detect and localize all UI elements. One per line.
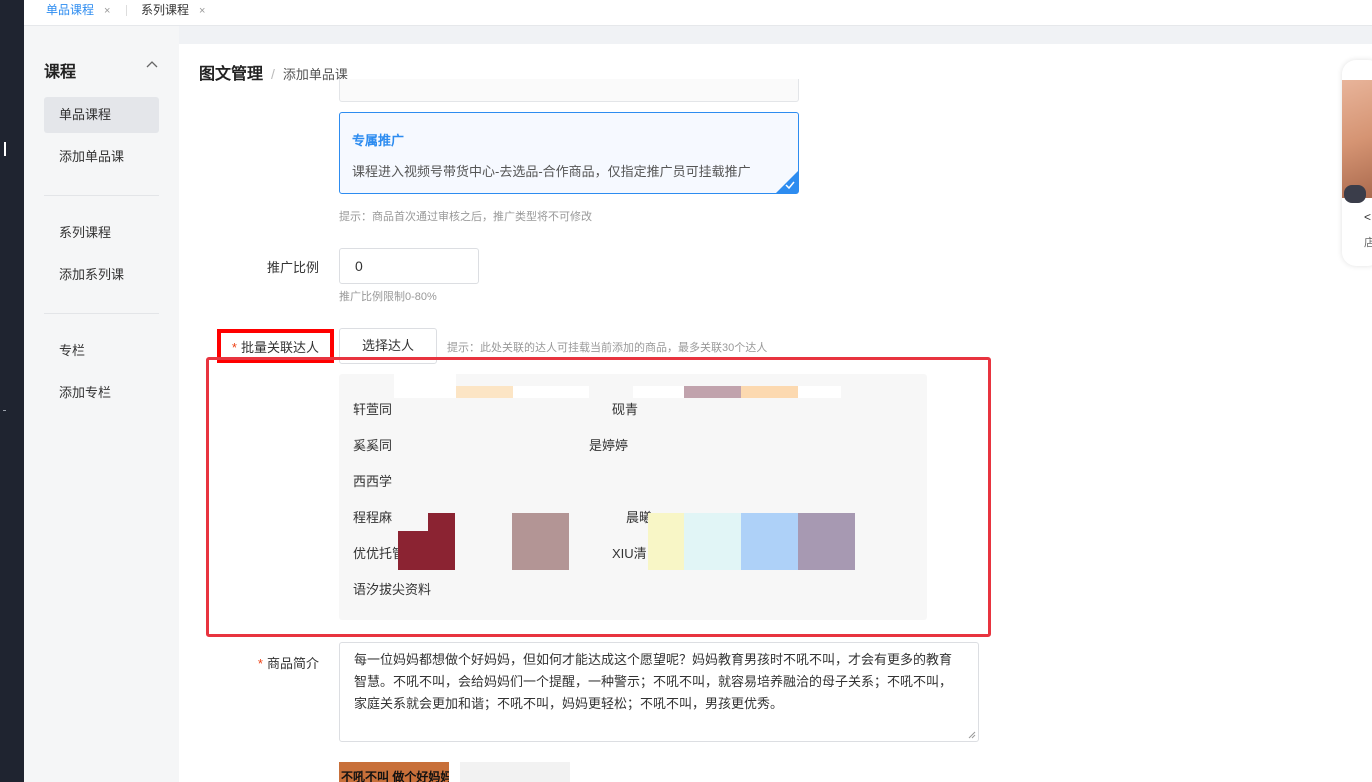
preview-text: 店 (1364, 237, 1372, 249)
close-icon[interactable]: × (199, 5, 205, 17)
description-text: 每一位妈妈都想做个好妈妈，但如何才能达成这个愿望呢？妈妈教育男孩时不吼不叫，才会… (354, 652, 953, 711)
sidebar-item-column[interactable]: 专栏 (44, 333, 159, 369)
cover-thumbnail-empty[interactable] (460, 762, 570, 782)
sidebar-divider (44, 313, 159, 314)
sidebar-item-add-series-course[interactable]: 添加系列课 (44, 257, 159, 293)
preview-image-detail (1344, 185, 1366, 203)
talent-hint: 提示：此处关联的达人可挂载当前添加的商品，最多关联30个达人 (447, 342, 768, 354)
main-panel: 图文管理 / 添加单品课 专属推广 课程进入视频号带货中心-去选品-合作商品，仅指定… (179, 44, 1372, 782)
sidebar-title: 课程 (44, 64, 77, 81)
resize-handle-icon[interactable] (968, 731, 976, 739)
breadcrumb-root[interactable]: 图文管理 (199, 66, 263, 83)
ratio-input[interactable]: 0 (339, 248, 479, 284)
check-icon (785, 181, 795, 190)
preview-image (1342, 80, 1372, 198)
sidebar-item-add-column[interactable]: 添加专栏 (44, 375, 159, 411)
promotion-description: 课程进入视频号带货中心-去选品-合作商品，仅指定推广员可挂载推广 (352, 164, 751, 179)
promotion-title: 专属推广 (352, 133, 405, 148)
description-textarea[interactable]: 每一位妈妈都想做个好妈妈，但如何才能达成这个愿望呢？妈妈教育男孩时不吼不叫，才会… (339, 642, 979, 742)
description-label: * 商品简介 (179, 653, 319, 672)
cover-thumbnail[interactable]: 不吼不叫 做个好妈妈 (339, 762, 449, 782)
ratio-hint: 推广比例限制0-80% (339, 291, 437, 303)
chevron-up-icon[interactable] (146, 59, 158, 71)
sidebar-item-series-course[interactable]: 系列课程 (44, 215, 159, 251)
close-icon[interactable]: × (104, 5, 110, 17)
preview-text: < (1364, 210, 1372, 224)
app-left-rail (0, 0, 24, 782)
tab-single-course[interactable]: 单品课程 × (46, 0, 110, 20)
tab-series-course[interactable]: 系列课程 × (141, 0, 205, 20)
promotion-option-exclusive[interactable]: 专属推广 课程进入视频号带货中心-去选品-合作商品，仅指定推广员可挂载推广 (339, 112, 799, 194)
breadcrumb-separator: / (271, 66, 275, 82)
sidebar: 课程 单品课程 添加单品课 系列课程 添加系列课 专栏 添加专栏 (24, 26, 179, 782)
ratio-label: 推广比例 (266, 260, 319, 275)
phone-preview: < 店 (1342, 60, 1372, 266)
highlight-box-talents (206, 357, 991, 637)
tab-label: 单品课程 (46, 3, 95, 17)
cover-thumbnail-text: 不吼不叫 做个好妈妈 (341, 770, 449, 782)
tab-bar: 单品课程 × 系列课程 × (24, 0, 1372, 26)
promotion-option-previous[interactable] (339, 79, 799, 102)
description-label-text: 商品简介 (266, 656, 319, 671)
breadcrumb: 图文管理 / 添加单品课 (199, 64, 348, 84)
promotion-hint: 提示：商品首次通过审核之后，推广类型将不可修改 (339, 211, 592, 223)
rail-indicator-2 (3, 410, 6, 411)
sidebar-item-add-single-course[interactable]: 添加单品课 (44, 139, 159, 175)
required-mark: * (257, 656, 263, 671)
rail-indicator (4, 142, 6, 156)
sidebar-item-single-course[interactable]: 单品课程 (44, 97, 159, 133)
tab-divider (126, 5, 127, 16)
tab-label: 系列课程 (141, 3, 190, 17)
sidebar-divider (44, 195, 159, 196)
